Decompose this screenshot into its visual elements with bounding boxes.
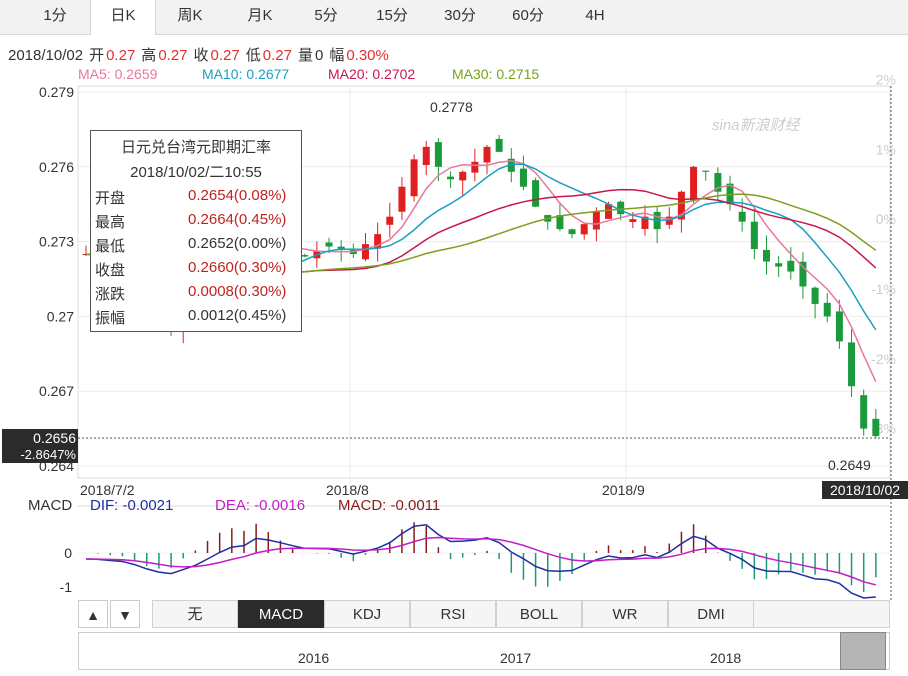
tooltip-value: 0.2660(0.30%) xyxy=(188,259,287,276)
candle-body xyxy=(483,146,491,163)
sina-watermark: sina新浪财经 xyxy=(712,117,800,134)
tooltip-value: 0.2654(0.08%) xyxy=(188,187,287,204)
indicator-bar-filler xyxy=(754,600,890,628)
macd-dea-value: DEA: -0.0016 xyxy=(215,497,306,514)
candle-body xyxy=(823,302,831,317)
candle-body xyxy=(629,219,637,222)
indicator-macd-button[interactable]: MACD xyxy=(238,600,324,628)
candle-body xyxy=(532,180,540,207)
indicator-wr-button[interactable]: WR xyxy=(582,600,668,628)
macd-dif-line xyxy=(85,524,876,599)
navigator-year-label: 2018 xyxy=(710,650,742,666)
price-axis: 0.2790.2760.2730.270.2670.264 xyxy=(39,84,74,474)
y-tick-label: 0.279 xyxy=(39,84,74,100)
high-annotation: 0.2778 xyxy=(430,99,473,115)
current-pct-badge: -2.8647% xyxy=(2,447,78,463)
candle-body xyxy=(471,161,479,173)
y-tick-label: 0.27 xyxy=(47,308,74,324)
candle-body xyxy=(860,395,868,429)
candle-body xyxy=(762,249,770,262)
x-tick-label: 2018/7/2 xyxy=(80,482,135,498)
candle-body xyxy=(580,224,588,235)
candle-body xyxy=(410,159,418,197)
macd-tick-label: 0 xyxy=(64,545,72,561)
pct-tick-label: -1% xyxy=(871,281,896,297)
candle-body xyxy=(422,146,430,166)
tooltip-key: 收盘 xyxy=(95,262,126,279)
candle-body xyxy=(811,287,819,304)
indicator-dmi-button[interactable]: DMI xyxy=(668,600,754,628)
candle-body xyxy=(568,229,576,235)
candle-body xyxy=(459,171,467,181)
ohlc-tooltip: 日元兑台湾元即期汇率 2018/10/02/二10:55 开盘 0.2654(0.… xyxy=(90,130,302,332)
scroll-down-button[interactable]: ▼ xyxy=(110,600,140,628)
kline-chart[interactable]: 0.2790.2760.2730.270.2670.264 2%1%0%-1%-… xyxy=(0,0,908,676)
candle-body xyxy=(386,216,394,225)
candle-body xyxy=(872,418,880,437)
indicator-none-button[interactable]: 无 xyxy=(152,600,238,628)
candle-body xyxy=(848,342,856,387)
y-tick-label: 0.276 xyxy=(39,159,74,175)
indicator-kdj-button[interactable]: KDJ xyxy=(324,600,410,628)
candle-body xyxy=(447,176,455,180)
tooltip-value: 0.0012(0.45%) xyxy=(188,307,287,324)
macd-tick-label: -1 xyxy=(60,579,73,595)
scroll-up-button[interactable]: ▲ xyxy=(78,600,108,628)
percent-axis: 2%1%0%-1%-2%-3% xyxy=(871,72,896,437)
tooltip-value: 0.0008(0.30%) xyxy=(188,283,287,300)
navigator-year-label: 2016 xyxy=(298,650,330,666)
navigator-selection-handle[interactable] xyxy=(840,632,886,670)
candle-body xyxy=(750,221,758,250)
candle-body xyxy=(434,142,442,167)
cursor-date-badge: 2018/10/02 xyxy=(822,481,908,499)
tooltip-title: 日元兑台湾元即期汇率 xyxy=(120,139,271,156)
x-tick-label: 2018/8 xyxy=(326,482,369,498)
candle-body xyxy=(398,186,406,212)
tooltip-key: 开盘 xyxy=(95,190,126,207)
current-price-badge: 0.2656 xyxy=(2,429,78,447)
tooltip-key: 涨跌 xyxy=(95,286,126,303)
candle-body xyxy=(519,168,527,187)
y-tick-label: 0.273 xyxy=(39,234,74,250)
candle-body xyxy=(738,211,746,222)
low-annotation: 0.2649 xyxy=(828,457,871,473)
tooltip-datetime: 2018/10/02/二10:55 xyxy=(130,164,262,181)
tooltip-key: 最高 xyxy=(95,214,126,231)
range-navigator[interactable] xyxy=(78,632,890,670)
date-axis: 2018/7/2 2018/8 2018/9 xyxy=(80,482,645,498)
macd-hist-value: MACD: -0.0011 xyxy=(338,497,441,514)
tooltip-key: 最低 xyxy=(95,238,126,255)
candle-body xyxy=(787,260,795,272)
pct-tick-label: 0% xyxy=(876,211,896,227)
macd-panel: 0 -1 xyxy=(60,505,890,599)
pct-tick-label: 2% xyxy=(876,72,896,88)
pct-tick-label: 1% xyxy=(876,141,896,157)
indicator-boll-button[interactable]: BOLL xyxy=(496,600,582,628)
candle-body xyxy=(301,255,309,257)
macd-dif-value: DIF: -0.0021 xyxy=(90,497,174,514)
candle-body xyxy=(605,204,613,219)
candle-body xyxy=(690,166,698,201)
candle-body xyxy=(361,244,369,260)
pct-tick-label: -2% xyxy=(871,351,896,367)
candle-body xyxy=(835,311,843,342)
x-tick-label: 2018/9 xyxy=(602,482,645,498)
candle-body xyxy=(775,263,783,267)
tooltip-value: 0.2652(0.00%) xyxy=(188,235,287,252)
tooltip-key: 振幅 xyxy=(95,310,126,327)
candle-body xyxy=(702,170,710,172)
indicator-rsi-button[interactable]: RSI xyxy=(410,600,496,628)
tooltip-value: 0.2664(0.45%) xyxy=(188,211,287,228)
macd-title: MACD xyxy=(28,497,73,514)
candle-body xyxy=(617,201,625,215)
candle-body xyxy=(325,242,333,247)
y-tick-label: 0.267 xyxy=(39,383,74,399)
candle-body xyxy=(592,211,600,230)
navigator-year-label: 2017 xyxy=(500,650,532,666)
candle-body xyxy=(495,138,503,152)
